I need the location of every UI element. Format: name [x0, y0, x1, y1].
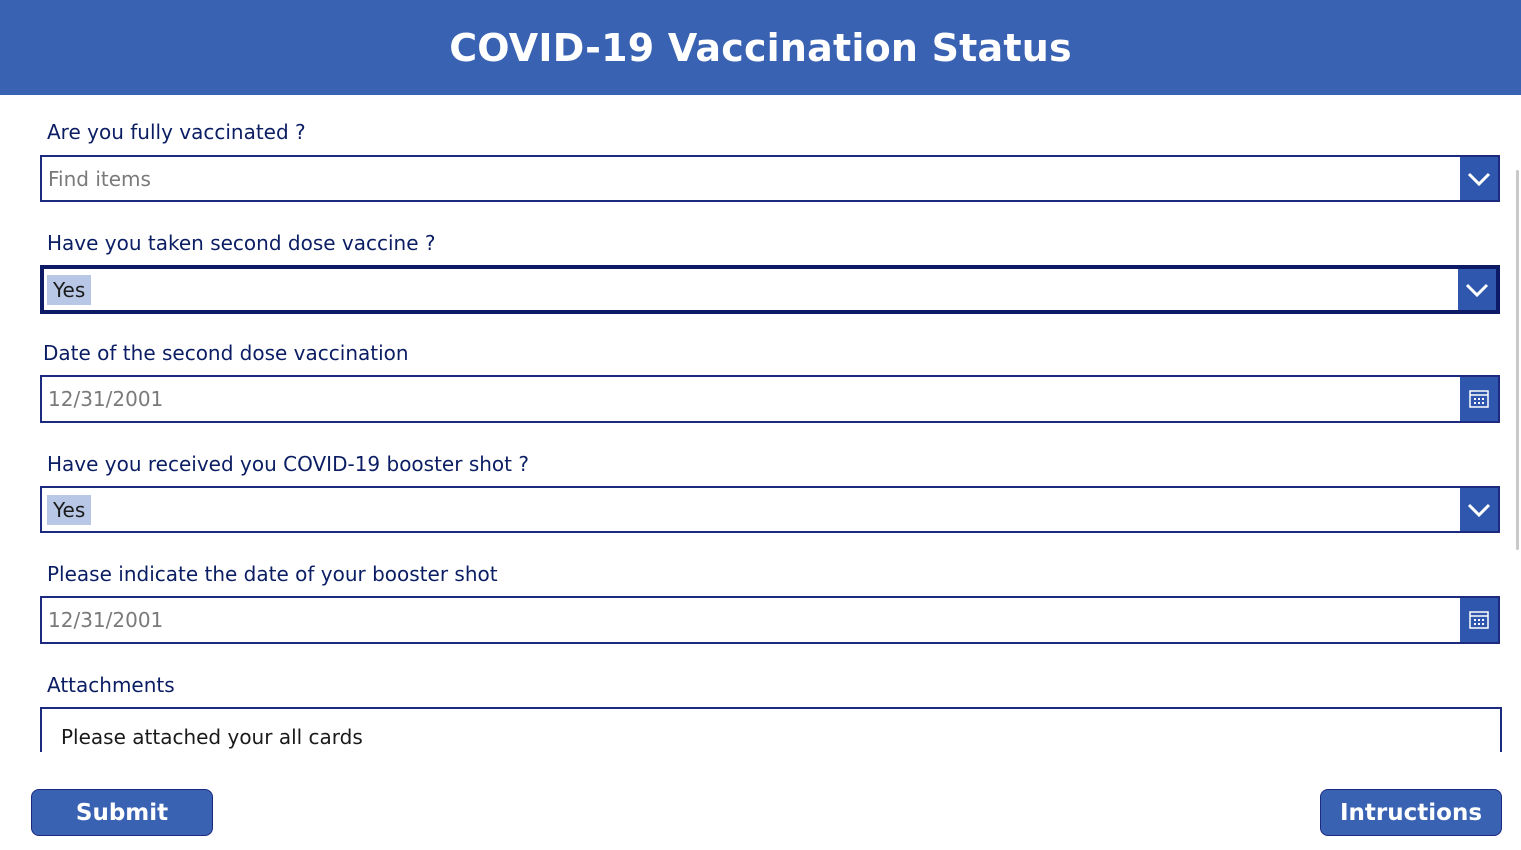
attachments-label: Attachments — [47, 673, 175, 697]
booster-date-label: Please indicate the date of your booster… — [47, 562, 498, 586]
booster-selected-chip[interactable]: Yes — [47, 494, 92, 525]
booster-dropdown-button[interactable] — [1460, 488, 1498, 531]
submit-button[interactable]: Submit — [31, 789, 213, 836]
second-dose-combobox[interactable]: Yes — [40, 265, 1500, 314]
calendar-icon — [1469, 390, 1489, 408]
second-dose-date-label: Date of the second dose vaccination — [43, 341, 409, 365]
booster-combobox[interactable]: Yes — [40, 486, 1500, 533]
booster-date-picker[interactable]: 12/31/2001 — [40, 596, 1500, 644]
attachments-text: Please attached your all cards — [61, 725, 363, 749]
second-dose-dropdown-button[interactable] — [1458, 269, 1496, 310]
booster-calendar-button[interactable] — [1460, 598, 1498, 642]
booster-date-input[interactable]: 12/31/2001 — [48, 608, 163, 632]
fully-vaccinated-dropdown-button[interactable] — [1460, 157, 1498, 200]
page-title: COVID-19 Vaccination Status — [449, 25, 1072, 70]
fully-vaccinated-label: Are you fully vaccinated ? — [47, 120, 306, 144]
second-dose-selected-chip[interactable]: Yes — [47, 274, 92, 305]
chevron-down-icon — [1467, 172, 1491, 186]
booster-label: Have you received you COVID-19 booster s… — [47, 452, 529, 476]
instructions-button[interactable]: Intructions — [1320, 789, 1502, 836]
fully-vaccinated-combobox[interactable]: Find items — [40, 155, 1500, 202]
app-header: COVID-19 Vaccination Status — [0, 0, 1521, 95]
footer-area — [0, 752, 1521, 850]
fully-vaccinated-search-input[interactable]: Find items — [48, 167, 151, 191]
chevron-down-icon — [1467, 503, 1491, 517]
calendar-icon — [1469, 611, 1489, 629]
scrollbar[interactable] — [1516, 170, 1519, 550]
second-dose-date-picker[interactable]: 12/31/2001 — [40, 375, 1500, 423]
chevron-down-icon — [1465, 283, 1489, 297]
second-dose-label: Have you taken second dose vaccine ? — [47, 231, 436, 255]
second-dose-calendar-button[interactable] — [1460, 377, 1498, 421]
second-dose-date-input[interactable]: 12/31/2001 — [48, 387, 163, 411]
